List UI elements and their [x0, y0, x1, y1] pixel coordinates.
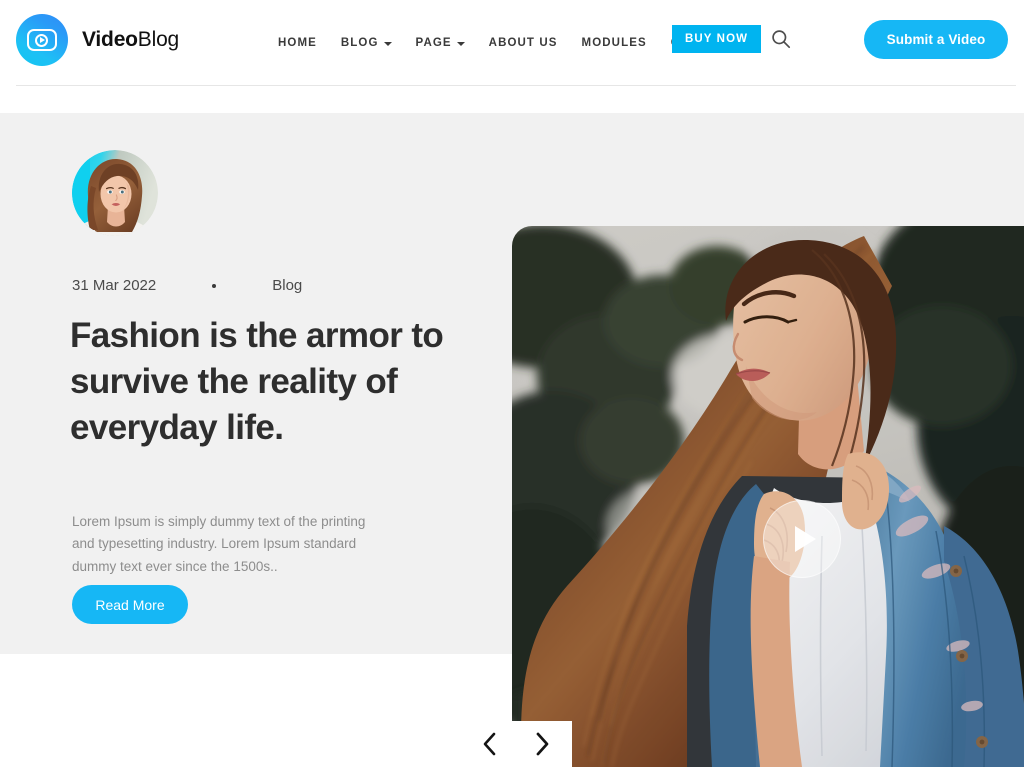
- post-excerpt: Lorem Ipsum is simply dummy text of the …: [72, 514, 366, 574]
- nav-item-blog[interactable]: BLOG: [341, 37, 392, 49]
- nav-item-about-us-label: ABOUT US: [488, 36, 558, 49]
- header-divider: [16, 85, 1016, 86]
- nav-item-page[interactable]: PAGE: [416, 37, 465, 49]
- avatar: [72, 150, 158, 236]
- brand-name-bold: Video: [82, 28, 138, 51]
- buy-now-button[interactable]: BUY NOW: [672, 25, 762, 53]
- nav-item-home-label: HOME: [278, 36, 317, 49]
- video-play-circle-icon: [16, 14, 68, 66]
- post-category[interactable]: Blog: [272, 277, 302, 294]
- post-date: 31 Mar 2022: [72, 277, 157, 294]
- site-header: VideoBlog HOME BLOG PAGE ABOUT US MODULE…: [0, 0, 1024, 85]
- chevron-down-icon: [456, 41, 465, 46]
- play-triangle: [794, 526, 816, 552]
- brand-name: VideoBlog: [82, 28, 179, 52]
- chevron-down-icon: [383, 41, 392, 46]
- nav-item-home[interactable]: HOME: [278, 37, 317, 49]
- chevron-right-icon: [536, 732, 549, 756]
- main-navigation: HOME BLOG PAGE ABOUT US MODULES CONTACT: [278, 0, 734, 85]
- carousel-prev-button[interactable]: [468, 721, 512, 767]
- meta-separator-dot: [212, 283, 217, 288]
- hero-section: 31 Mar 2022 Blog Fashion is the armor to…: [0, 113, 1024, 767]
- nav-item-modules-label: MODULES: [581, 36, 647, 49]
- search-icon[interactable]: [770, 28, 792, 50]
- page-title: Fashion is the armor to survive the real…: [70, 316, 444, 448]
- brand-logo[interactable]: VideoBlog: [16, 14, 179, 66]
- hero-video-thumbnail[interactable]: [512, 226, 1024, 767]
- nav-item-page-label: PAGE: [415, 36, 452, 49]
- nav-item-about-us[interactable]: ABOUT US: [489, 37, 558, 49]
- carousel-next-button[interactable]: [512, 721, 572, 767]
- post-meta: 31 Mar 2022 Blog: [72, 277, 302, 294]
- nav-item-modules[interactable]: MODULES: [582, 37, 647, 49]
- brand-name-light: Blog: [137, 28, 180, 51]
- play-icon[interactable]: [763, 500, 841, 578]
- nav-item-blog-label: BLOG: [340, 36, 379, 49]
- read-more-button[interactable]: Read More: [72, 585, 188, 624]
- chevron-left-icon: [483, 732, 496, 756]
- submit-a-video-button[interactable]: Submit a Video: [864, 20, 1008, 59]
